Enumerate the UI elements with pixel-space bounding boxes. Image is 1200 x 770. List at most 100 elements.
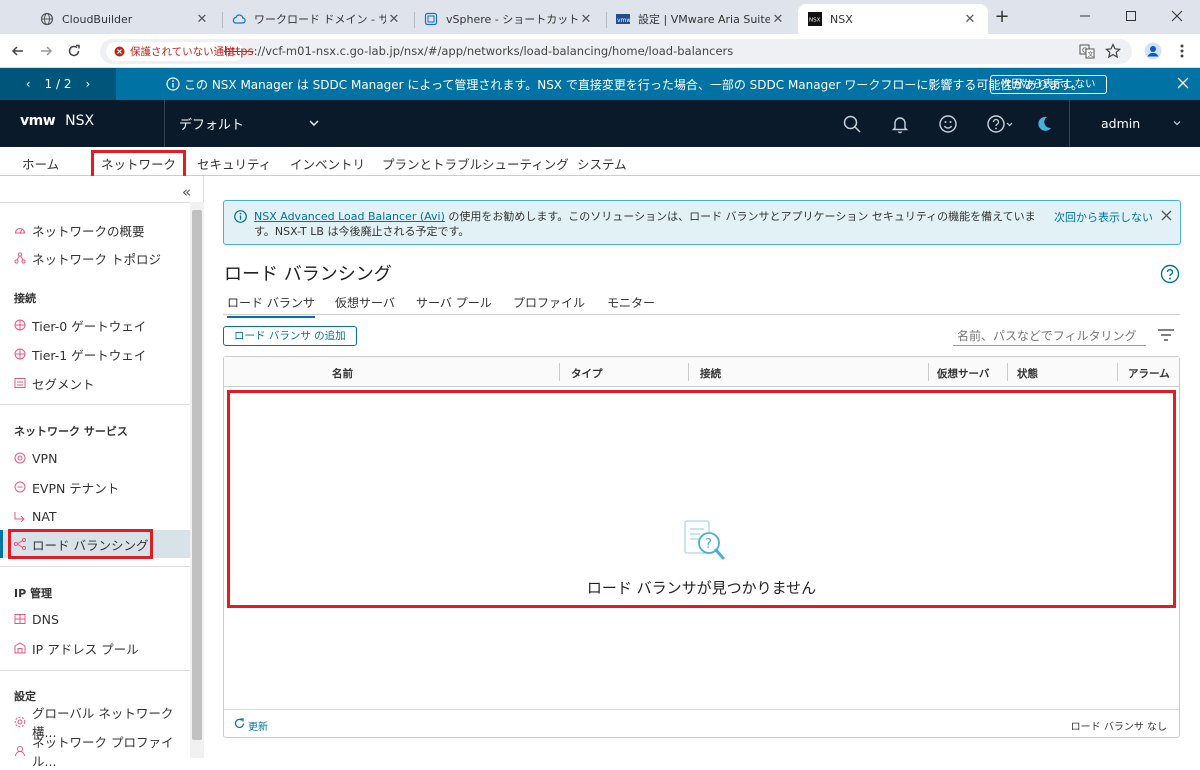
context-selector[interactable]: デフォルト xyxy=(164,100,329,147)
sidebar-section-ip-management: IP 管理 xyxy=(14,587,52,600)
maximize-button[interactable] xyxy=(1108,0,1154,32)
browser-tab-workload-domain[interactable]: ワークロード ドメイン - サービス ✕ xyxy=(222,4,412,34)
subtab-virtual-servers[interactable]: 仮想サーバ xyxy=(335,294,395,311)
column-header-type[interactable]: タイプ xyxy=(571,366,603,381)
browser-tab-nsx[interactable]: NSX NSX ✕ xyxy=(798,4,988,34)
nav-system[interactable]: システム xyxy=(577,154,627,173)
banner-dismiss-button[interactable]: 次回から表示しない xyxy=(990,75,1107,94)
url-text[interactable]: https://vcf-m01-nsx.c.go-lab.jp/nsx/#/ap… xyxy=(224,44,733,58)
alert-dismiss-link[interactable]: 次回から表示しない xyxy=(1054,209,1153,225)
sidebar-item-tier1-gateway[interactable]: Tier-1 ゲートウェイ xyxy=(0,340,190,368)
globe-icon xyxy=(40,12,54,26)
tab-title: 設定 | VMware Aria Suite Lifecycle xyxy=(638,13,770,26)
browser-menu-icon[interactable] xyxy=(1172,41,1192,61)
security-chip[interactable]: 保護されていない通信 xyxy=(106,42,243,61)
help-icon[interactable] xyxy=(1160,264,1180,284)
column-header-status[interactable]: 状態 xyxy=(1017,366,1038,381)
help-icon[interactable] xyxy=(986,113,1016,135)
subtab-server-pools[interactable]: サーバ プール xyxy=(416,294,492,311)
close-tab-icon[interactable]: ✕ xyxy=(578,11,594,27)
column-header-connectivity[interactable]: 接続 xyxy=(700,366,721,381)
sidebar-item-tier0-gateway[interactable]: Tier-0 ゲートウェイ xyxy=(0,311,190,339)
nav-inventory[interactable]: インベントリ xyxy=(290,154,365,173)
chevron-down-icon xyxy=(1172,118,1182,128)
sidebar-item-nat[interactable]: NAT xyxy=(0,502,190,530)
vsphere-icon xyxy=(424,12,438,26)
minimize-button[interactable] xyxy=(1062,0,1108,32)
dark-mode-moon-icon[interactable] xyxy=(1033,113,1055,135)
vpn-icon xyxy=(14,452,26,464)
close-tab-icon[interactable]: ✕ xyxy=(386,11,402,27)
back-button[interactable] xyxy=(8,41,28,61)
footer-item-count: ロード バランサ なし xyxy=(1070,722,1167,733)
security-label: 保護されていない通信 xyxy=(130,46,235,58)
browser-tab-vsphere[interactable]: vSphere - ショートカット ✕ xyxy=(414,4,604,34)
column-header-alarms[interactable]: アラーム xyxy=(1128,366,1170,381)
close-window-button[interactable] xyxy=(1154,0,1200,32)
subtab-monitors[interactable]: モニター xyxy=(607,294,655,311)
chevron-down-icon[interactable] xyxy=(308,117,320,129)
sidebar-item-network-overview[interactable]: ネットワークの概要 xyxy=(0,216,190,244)
sidebar-item-vpn[interactable]: VPN xyxy=(0,444,190,472)
chevron-right-icon[interactable]: › xyxy=(85,77,90,91)
user-menu[interactable]: admin xyxy=(1069,100,1200,147)
search-icon[interactable] xyxy=(841,113,863,135)
sidebar-scrollbar[interactable] xyxy=(190,202,204,758)
bell-icon[interactable] xyxy=(889,113,911,135)
translate-icon[interactable]: G文 xyxy=(1077,41,1097,61)
sidebar-item-dns[interactable]: DNS xyxy=(0,605,190,633)
filter-lines-icon[interactable] xyxy=(1157,328,1175,342)
subtab-profiles[interactable]: プロファイル xyxy=(513,294,585,311)
reload-button[interactable] xyxy=(64,41,84,61)
gauge-icon xyxy=(14,224,26,236)
close-tab-icon[interactable]: ✕ xyxy=(770,11,786,27)
browser-tab-cloudbuilder[interactable]: CloudBuilder ✕ xyxy=(30,4,220,34)
refresh-link[interactable]: 更新 xyxy=(248,718,268,733)
collapse-sidebar-icon[interactable]: « xyxy=(182,183,191,201)
omnibox[interactable]: 保護されていない通信 https://vcf-m01-nsx.c.go-lab.… xyxy=(100,39,1132,64)
brand[interactable]: vmw NSX xyxy=(20,113,94,129)
avi-link[interactable]: NSX Advanced Load Balancer (Avi) xyxy=(254,210,445,223)
close-icon[interactable] xyxy=(1161,210,1172,221)
page-title: ロード バランシング xyxy=(224,264,392,285)
alert-message: NSX Advanced Load Balancer (Avi) の使用をお勧め… xyxy=(254,209,1044,239)
column-header-name[interactable]: 名前 xyxy=(332,366,353,381)
sidebar-item-label: IP アドレス プール xyxy=(32,641,139,657)
chevron-left-icon[interactable]: ‹ xyxy=(26,77,31,91)
sidebar-item-ip-address-pool[interactable]: IP アドレス プール xyxy=(0,634,190,662)
new-tab-button[interactable]: + xyxy=(992,8,1012,28)
sidebar-item-segments[interactable]: セグメント xyxy=(0,369,190,397)
nav-security[interactable]: セキュリティ xyxy=(197,154,271,173)
close-icon[interactable] xyxy=(1177,77,1189,89)
nav-plan-troubleshoot[interactable]: プランとトラブルシューティング xyxy=(382,154,569,173)
scrollbar-thumb[interactable] xyxy=(192,210,202,740)
url-scheme: https xyxy=(224,44,254,58)
sidebar-item-label: EVPN テナント xyxy=(32,480,120,496)
grid-footer: 更新 ロード バランサ なし xyxy=(224,709,1179,737)
smiley-icon[interactable] xyxy=(937,113,959,135)
close-tab-icon[interactable]: ✕ xyxy=(194,11,210,27)
sidebar-item-network-profiles[interactable]: ネットワーク プロファイル... xyxy=(0,735,190,769)
close-tab-icon[interactable]: ✕ xyxy=(962,11,978,27)
sidebar-item-evpn-tenant[interactable]: EVPN テナント xyxy=(0,473,190,501)
ip-pool-icon xyxy=(14,642,26,654)
column-header-virtual-servers[interactable]: 仮想サーバ xyxy=(937,366,989,381)
forward-button[interactable] xyxy=(36,41,56,61)
sidebar-item-label: セグメント xyxy=(32,376,95,392)
refresh-icon[interactable] xyxy=(234,718,245,729)
info-icon xyxy=(234,210,247,223)
sddc-manager-banner: ‹ 1 / 2 › この NSX Manager は SDDC Manager … xyxy=(0,68,1200,100)
nat-arrow-icon xyxy=(14,510,26,522)
tab-title: vSphere - ショートカット xyxy=(446,13,578,26)
sidebar-item-label: NAT xyxy=(32,508,57,524)
bookmark-star-icon[interactable] xyxy=(1103,41,1123,61)
sidebar-item-label: VPN xyxy=(32,450,58,466)
add-load-balancer-button[interactable]: ロード バランサ の追加 xyxy=(223,326,357,346)
browser-tab-strip: CloudBuilder ✕ ワークロード ドメイン - サービス ✕ vSph… xyxy=(0,0,1200,34)
browser-tab-aria-suite[interactable]: vmw 設定 | VMware Aria Suite Lifecycle ✕ xyxy=(606,4,796,34)
profile-avatar[interactable] xyxy=(1143,41,1163,61)
sidebar-item-network-topology[interactable]: ネットワーク トポロジ xyxy=(0,244,190,272)
sidebar-item-label: Tier-1 ゲートウェイ xyxy=(32,347,147,363)
nav-home[interactable]: ホーム xyxy=(22,154,59,173)
filter-input[interactable]: 名前、パスなどでフィルタリング xyxy=(953,324,1146,346)
